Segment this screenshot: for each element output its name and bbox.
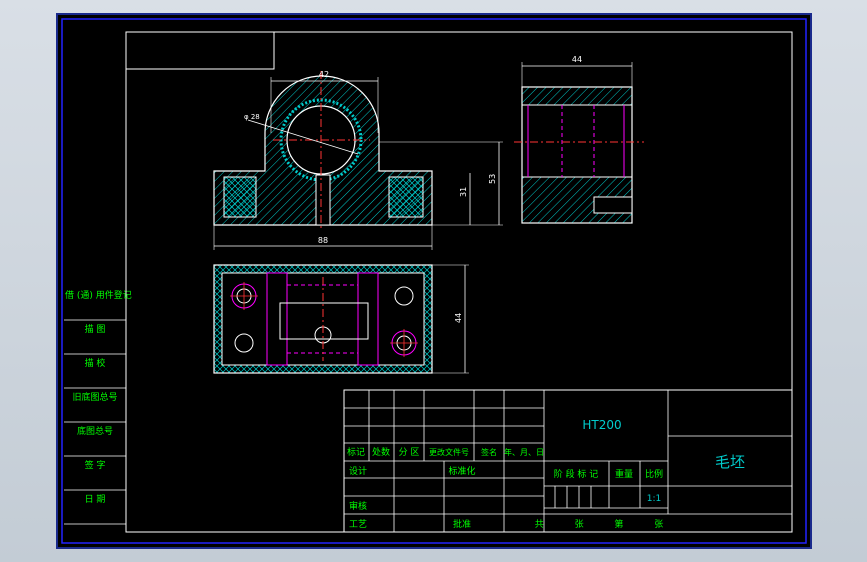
cad-viewport[interactable]: 42 φ 28 88 31 53 44 44 借 (通) 用件登记 描 图 描 … <box>56 13 812 549</box>
front-base-height-text: 31 <box>459 187 468 197</box>
side-width-text: 44 <box>572 55 582 64</box>
weight-label: 重量 <box>615 468 633 480</box>
top-left-box <box>125 31 275 70</box>
front-bore-dia-text: φ 28 <box>244 113 260 121</box>
rev-header-zone: 分 区 <box>399 447 420 458</box>
title-right-grid <box>544 390 792 515</box>
stage-mark-label: 阶 段 标 记 <box>554 468 599 480</box>
left-table-cell: 描 图 <box>85 323 106 335</box>
material-text: HT200 <box>582 418 621 432</box>
review-label: 审核 <box>349 500 367 512</box>
top-depth-text: 44 <box>454 313 463 323</box>
scale-label: 比例 <box>645 468 663 480</box>
left-table-cell: 签 字 <box>85 459 106 471</box>
rev-header-doc: 更改文件号 <box>429 447 469 457</box>
front-right-slot <box>388 176 424 218</box>
part-name-text: 毛坯 <box>715 453 745 471</box>
design-label: 设计 <box>349 465 367 477</box>
front-base-width-text: 88 <box>318 236 328 245</box>
left-table-cell: 描 校 <box>85 357 106 369</box>
scale-value: 1:1 <box>647 494 661 504</box>
left-table-cell: 借 (通) 用件登记 <box>65 289 132 301</box>
revision-grid <box>344 390 545 532</box>
rev-header-sign: 签名 <box>481 447 497 457</box>
left-table-cell: 旧底图总号 <box>72 391 117 403</box>
front-total-height-text: 53 <box>488 174 497 184</box>
cad-drawing-canvas: 42 φ 28 88 31 53 44 44 借 (通) 用件登记描 图描 校旧… <box>61 18 807 544</box>
side-view: 44 <box>514 55 644 224</box>
front-top-width-text: 42 <box>319 70 329 79</box>
approve-label: 批准 <box>453 518 471 530</box>
outer-frame <box>61 18 807 544</box>
side-top-hatch <box>521 86 633 106</box>
standardize-label: 标准化 <box>448 465 475 477</box>
left-record-table: 借 (通) 用件登记描 图描 校旧底图总号底图总号签 字日 期 <box>64 289 132 525</box>
side-bottom-slot <box>593 196 633 214</box>
title-block: HT200 毛坯 标记 处数 分 区 更改文件号 签名 年、月、日 设计 标准化… <box>343 389 793 533</box>
rev-header-date: 年、月、日 <box>504 447 544 457</box>
sheets-label: 共 张 第 张 <box>535 518 678 530</box>
process-label: 工艺 <box>349 519 367 530</box>
left-table-cell: 底图总号 <box>77 425 113 437</box>
rev-header-mark: 标记 <box>347 446 365 458</box>
front-left-slot <box>223 176 257 218</box>
front-view: 42 φ 28 88 31 53 <box>213 70 503 250</box>
top-view: 44 <box>213 264 469 374</box>
front-center-slot <box>315 174 331 226</box>
left-table-cell: 日 期 <box>85 494 106 505</box>
rev-header-count: 处数 <box>372 446 390 458</box>
